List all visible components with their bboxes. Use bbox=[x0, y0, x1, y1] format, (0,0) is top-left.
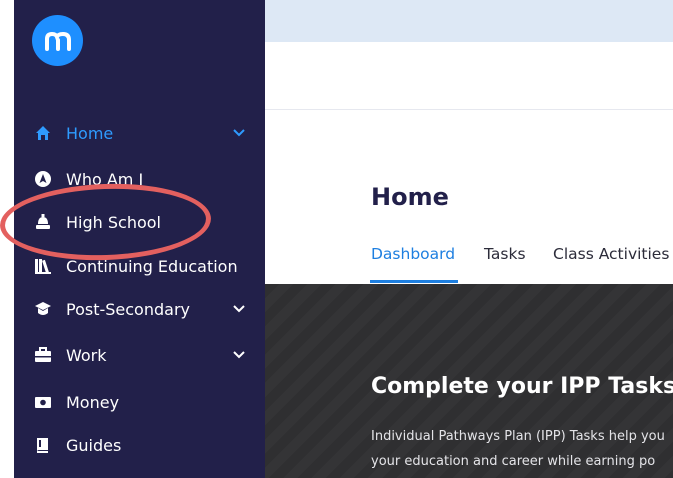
sidebar-item-money[interactable]: Money bbox=[14, 384, 265, 420]
books-icon bbox=[34, 257, 52, 275]
briefcase-icon bbox=[34, 346, 52, 364]
app-logo[interactable] bbox=[32, 15, 83, 66]
banner-description-line: Individual Pathways Plan (IPP) Tasks hel… bbox=[371, 429, 665, 444]
chevron-down-icon[interactable] bbox=[232, 128, 246, 138]
banner-description-line: your education and career while earning … bbox=[371, 454, 656, 469]
tab-tasks[interactable]: Tasks bbox=[484, 245, 526, 263]
graduation-cap-icon bbox=[34, 300, 52, 318]
compass-icon bbox=[34, 170, 52, 188]
sidebar-item-work[interactable]: Work bbox=[14, 337, 265, 373]
sidebar-item-label: Money bbox=[66, 392, 120, 412]
tab-dashboard[interactable]: Dashboard bbox=[371, 245, 455, 263]
sidebar-item-guides[interactable]: Guides bbox=[14, 427, 265, 463]
ipp-tasks-banner: Complete your IPP Tasks Individual Pathw… bbox=[265, 284, 673, 478]
chevron-down-icon[interactable] bbox=[232, 304, 246, 314]
sidebar-item-label: Home bbox=[66, 123, 114, 143]
active-tab-indicator bbox=[370, 280, 458, 283]
sidebar-item-post-secondary[interactable]: Post-Secondary bbox=[14, 291, 265, 327]
sidebar-item-label: Guides bbox=[66, 435, 122, 455]
sidebar-item-label: High School bbox=[66, 212, 161, 232]
home-icon bbox=[34, 124, 52, 142]
sidebar-item-label: Continuing Education bbox=[66, 256, 238, 276]
sidebar: Home Who Am I High School Continuing Edu… bbox=[14, 0, 265, 478]
tab-class-activities[interactable]: Class Activities bbox=[553, 245, 669, 263]
sidebar-item-continuing-education[interactable]: Continuing Education bbox=[14, 248, 265, 284]
sidebar-item-who-am-i[interactable]: Who Am I bbox=[14, 161, 265, 197]
sidebar-item-label: Who Am I bbox=[66, 169, 144, 189]
logo-icon bbox=[44, 31, 71, 51]
money-icon bbox=[34, 393, 52, 411]
school-bell-icon bbox=[34, 213, 52, 231]
sidebar-item-home[interactable]: Home bbox=[14, 115, 265, 151]
guide-book-icon bbox=[34, 436, 52, 454]
page-title: Home bbox=[371, 183, 449, 211]
page-header bbox=[265, 42, 673, 110]
top-banner-strip bbox=[265, 0, 673, 42]
banner-title: Complete your IPP Tasks bbox=[371, 374, 673, 399]
chevron-down-icon[interactable] bbox=[232, 350, 246, 360]
sidebar-item-label: Post-Secondary bbox=[66, 299, 190, 319]
sidebar-item-high-school[interactable]: High School bbox=[14, 204, 265, 240]
sidebar-item-label: Work bbox=[66, 345, 107, 365]
